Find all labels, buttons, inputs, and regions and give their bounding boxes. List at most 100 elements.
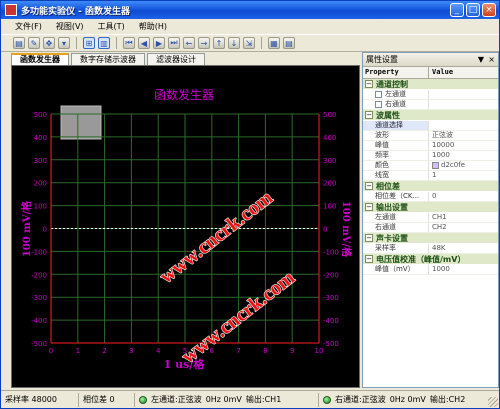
property-key-text: 线宽 [375,171,389,179]
title-bar[interactable]: 多功能实验仪 - 函数发生器 _ □ × [1,1,499,19]
open-icon[interactable]: ▤ [13,37,25,49]
channel-checkbox[interactable] [375,90,382,98]
collapse-icon[interactable]: − [365,80,373,88]
seek-end-icon[interactable]: ⏭ [168,37,180,49]
property-category-title: 波属性 [376,110,400,120]
property-value[interactable]: 1000 [429,151,498,160]
status-bar: 采样率 48000 相位差 0 左通道:正弦波 0Hz 0mV 输出:CH1 右… [1,390,499,408]
col-value[interactable]: Value [429,67,453,78]
property-value-text: 正弦波 [432,131,453,139]
x-tick-label: 1 [76,347,80,355]
tab-oscilloscope[interactable]: 数字存储示波器 [71,53,145,65]
collapse-icon[interactable]: − [365,111,373,119]
property-value[interactable]: 正弦波 [429,131,498,140]
property-row[interactable]: 峰值（mV） 1000 [363,265,498,275]
property-category[interactable]: − 声卡设置 [363,233,498,244]
y-tick-label-right: -400 [323,317,339,325]
property-key: 左通道 [363,213,429,222]
property-row[interactable]: 左通道 [363,90,498,100]
property-category[interactable]: − 电压值校准（峰值/mV） [363,254,498,265]
property-row[interactable]: 峰值 10000 [363,141,498,151]
tab-function-generator[interactable]: 函数发生器 [11,53,69,65]
property-row[interactable]: 右通道 CH2 [363,223,498,233]
property-category[interactable]: − 通道控制 [363,79,498,90]
y-tick-label-right: 0 [323,226,327,234]
status-left-out: 输出:CH1 [245,395,282,404]
property-value[interactable]: 10000 [429,141,498,150]
arrow-left-icon[interactable]: ← [183,37,195,49]
scope-title: 函数发生器 [154,87,214,102]
arrow-down-icon[interactable]: ↓ [228,37,240,49]
tab-filter-design[interactable]: 滤波器设计 [147,53,205,65]
property-category-title: 输出设置 [376,202,408,212]
property-key: 颜色 [363,161,429,170]
menu-tools[interactable]: 工具(T) [98,21,125,32]
property-value[interactable]: CH2 [429,223,498,232]
collapse-icon[interactable]: − [365,255,373,263]
property-row[interactable]: 左通道 CH1 [363,213,498,223]
step-back-icon[interactable]: ◀ [138,37,150,49]
property-row[interactable]: 采样率 48K [363,244,498,254]
property-value[interactable]: CH1 [429,213,498,222]
property-key-text: 峰值 [375,141,389,149]
menu-help[interactable]: 帮助(H) [139,21,167,32]
property-row[interactable]: 右通道 [363,100,498,110]
y-tick-label-right: -200 [323,271,339,279]
pin-icon[interactable]: ▼ [478,53,484,66]
resize-grip[interactable] [488,397,498,407]
property-key-text: 左通道 [385,90,406,98]
property-value-text: 0 [432,192,437,200]
property-value[interactable] [429,121,498,130]
property-category[interactable]: − 波属性 [363,110,498,121]
table-icon[interactable]: ▤ [283,37,295,49]
seek-start-icon[interactable]: ⏮ [123,37,135,49]
property-value[interactable]: 48K [429,244,498,253]
grid-icon[interactable]: ⊞ [83,37,95,49]
property-row[interactable]: 线宽 1 [363,171,498,181]
close-icon[interactable]: × [488,53,495,66]
property-category[interactable]: − 相位差 [363,181,498,192]
collapse-icon[interactable]: − [365,234,373,242]
menu-view[interactable]: 视图(V) [56,21,84,32]
toolbar: ▤ ✎ ✥ ▾ ⊞ ▥ ⏮ ◀ ▶ ⏭ ← → ↑ ↓ ⇲ ▦ ▤ [1,34,499,52]
scope-display[interactable]: 函数发生器 1 us/格 100 mV/格 100 mV/格 500 400 300… [11,65,360,388]
book-icon[interactable]: ▥ [98,37,110,49]
y-tick-label-right: 200 [323,180,336,188]
arrow-up-icon[interactable]: ↑ [213,37,225,49]
chart-icon[interactable]: ▦ [268,37,280,49]
scope-cursor-box[interactable] [60,105,102,140]
step-fwd-icon[interactable]: ▶ [153,37,165,49]
property-value[interactable]: 1 [429,171,498,180]
property-value[interactable] [429,90,498,99]
property-panel: 属性设置 ▼ × Property Value − 通道控制 左通道 右通道 − 波属性通… [362,52,499,388]
property-value[interactable]: d2c0fe [429,161,498,170]
maximize-button[interactable]: □ [466,3,480,17]
collapse-icon[interactable]: − [365,203,373,211]
property-row[interactable]: 频率 1000 [363,151,498,161]
col-property[interactable]: Property [363,67,429,78]
property-row[interactable]: 相位差（CK... 0 [363,192,498,202]
property-value-text: CH1 [432,213,447,221]
property-row[interactable]: 通道选择 [363,121,498,131]
close-button[interactable]: × [482,3,496,17]
property-category[interactable]: − 输出设置 [363,202,498,213]
cross-icon[interactable]: ✥ [43,37,55,49]
minimize-button[interactable]: _ [450,3,464,17]
app-window: 多功能实验仪 - 函数发生器 _ □ × 文件(F) 视图(V) 工具(T) 帮… [0,0,500,409]
watermark-layer: www.cncrk.comwww.cncrk.com [155,186,300,369]
property-row[interactable]: 波形 正弦波 [363,131,498,141]
property-value[interactable]: 1000 [429,265,498,274]
y-tick-label-right: -300 [323,294,339,302]
collapse-icon[interactable]: − [365,182,373,190]
dropdown-icon[interactable]: ▾ [58,37,70,49]
fit-icon[interactable]: ⇲ [243,37,255,49]
property-row[interactable]: 颜色 d2c0fe [363,161,498,171]
property-value[interactable]: 0 [429,192,498,201]
arrow-right-icon[interactable]: → [198,37,210,49]
wand-icon[interactable]: ✎ [28,37,40,49]
property-category-title: 声卡设置 [376,233,408,243]
property-value[interactable] [429,100,498,109]
menu-file[interactable]: 文件(F) [15,21,42,32]
x-tick-label: 10 [315,347,324,355]
channel-checkbox[interactable] [375,100,382,108]
